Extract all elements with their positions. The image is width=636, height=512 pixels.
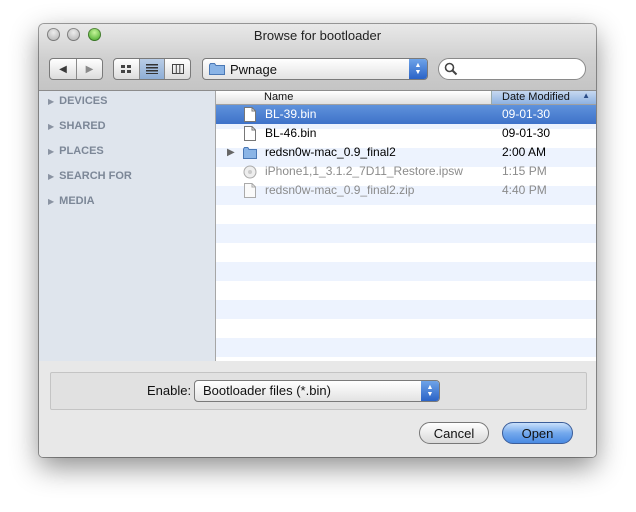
file-row-bl-46[interactable]: BL-46.bin 09-01-30 xyxy=(216,124,596,143)
forward-arrow-icon: ▶ xyxy=(85,63,94,75)
view-mode-selector xyxy=(113,58,191,80)
sidebar-item-label: DEVICES xyxy=(59,95,108,107)
icon-view-button[interactable] xyxy=(114,59,140,79)
location-popup[interactable]: Pwnage ▲ ▼ xyxy=(202,58,428,80)
file-list: Name Date Modified ▲ BL-39.bin 09-01-30 … xyxy=(216,91,596,361)
location-label: Pwnage xyxy=(230,61,277,77)
open-button[interactable]: Open xyxy=(502,422,573,444)
back-button[interactable]: ◀ xyxy=(50,59,77,79)
sidebar: ▶ DEVICES ▶ SHARED ▶ PLACES ▶ SEARCH FOR ▶ ME… xyxy=(39,91,216,361)
window-title: Browse for bootloader xyxy=(253,28,382,43)
icon-view-icon xyxy=(120,64,131,73)
file-name: redsn0w-mac_0.9_final2.zip xyxy=(265,183,415,197)
file-date: 4:40 PM xyxy=(502,183,547,197)
cancel-button[interactable]: Cancel xyxy=(419,422,489,444)
list-view-icon xyxy=(146,64,158,74)
folder-icon xyxy=(243,147,257,159)
enable-label: Enable: xyxy=(147,383,192,398)
sidebar-item-search-for[interactable]: ▶ SEARCH FOR xyxy=(48,170,132,182)
file-name: BL-46.bin xyxy=(265,126,317,140)
forward-button[interactable]: ▶ xyxy=(77,59,102,79)
folder-icon xyxy=(209,63,225,75)
list-view-button[interactable] xyxy=(139,59,166,79)
column-header-date-label: Date Modified xyxy=(502,91,570,103)
browser-content: ▶ DEVICES ▶ SHARED ▶ PLACES ▶ SEARCH FOR ▶ ME… xyxy=(39,90,596,362)
file-name: redsn0w-mac_0.9_final2 xyxy=(265,145,396,159)
file-row-ipsw[interactable]: iPhone1,1_3.1.2_7D11_Restore.ipsw 1:15 P… xyxy=(216,162,596,181)
sidebar-item-media[interactable]: ▶ MEDIA xyxy=(48,195,95,207)
back-arrow-icon: ◀ xyxy=(59,63,67,75)
file-type-popup[interactable]: Bootloader files (*.bin) ▲ ▼ xyxy=(194,380,440,402)
ipsw-icon xyxy=(243,165,257,179)
file-date: 1:15 PM xyxy=(502,164,547,178)
search-icon xyxy=(444,62,458,76)
column-view-button[interactable] xyxy=(165,59,190,79)
column-header-date-modified[interactable]: Date Modified ▲ xyxy=(491,91,596,104)
sidebar-item-label: SHARED xyxy=(59,120,106,132)
disclosure-triangle-icon: ▶ xyxy=(48,97,55,106)
disclosure-triangle-icon: ▶ xyxy=(48,122,55,131)
column-header-name[interactable]: Name xyxy=(264,91,293,103)
file-row-zip[interactable]: redsn0w-mac_0.9_final2.zip 4:40 PM xyxy=(216,181,596,200)
file-date: 09-01-30 xyxy=(502,126,551,140)
column-view-icon xyxy=(171,64,184,74)
file-row-redsn0w-folder[interactable]: ▶ redsn0w-mac_0.9_final2 2:00 AM xyxy=(216,143,596,162)
file-date: 2:00 AM xyxy=(502,145,547,159)
sidebar-item-label: PLACES xyxy=(59,145,104,157)
file-name: BL-39.bin xyxy=(265,107,317,121)
history-nav: ◀ ▶ xyxy=(49,58,103,80)
sidebar-item-shared[interactable]: ▶ SHARED xyxy=(48,120,106,132)
file-name: iPhone1,1_3.1.2_7D11_Restore.ipsw xyxy=(265,164,463,178)
sort-ascending-icon: ▲ xyxy=(582,91,590,100)
sidebar-item-places[interactable]: ▶ PLACES xyxy=(48,145,104,157)
sidebar-item-label: SEARCH FOR xyxy=(59,170,132,182)
disclosure-triangle-icon: ▶ xyxy=(48,147,55,156)
sidebar-item-devices[interactable]: ▶ DEVICES xyxy=(48,95,107,107)
disclosure-triangle-icon[interactable]: ▶ xyxy=(227,147,235,158)
search-field[interactable] xyxy=(438,58,586,80)
list-header: Name Date Modified ▲ xyxy=(216,91,596,105)
file-type-value: Bootloader files (*.bin) xyxy=(203,383,331,398)
popup-arrows-icon: ▲ ▼ xyxy=(409,59,427,79)
file-row-bl-39[interactable]: BL-39.bin 09-01-30 xyxy=(216,105,596,124)
browse-dialog: Browse for bootloader ◀ ▶ Pwnage ▲ ▼ ▶ D… xyxy=(39,24,596,457)
accessory-panel: Enable: Bootloader files (*.bin) ▲ ▼ xyxy=(50,372,587,410)
popup-arrows-icon: ▲ ▼ xyxy=(421,381,439,401)
dialog-footer: Enable: Bootloader files (*.bin) ▲ ▼ Canc… xyxy=(39,361,596,457)
sidebar-item-label: MEDIA xyxy=(59,195,95,207)
zip-icon xyxy=(244,183,256,198)
document-icon xyxy=(244,107,256,122)
disclosure-triangle-icon: ▶ xyxy=(48,197,55,206)
file-date: 09-01-30 xyxy=(502,107,551,121)
disclosure-triangle-icon: ▶ xyxy=(48,172,55,181)
document-icon xyxy=(244,126,256,141)
